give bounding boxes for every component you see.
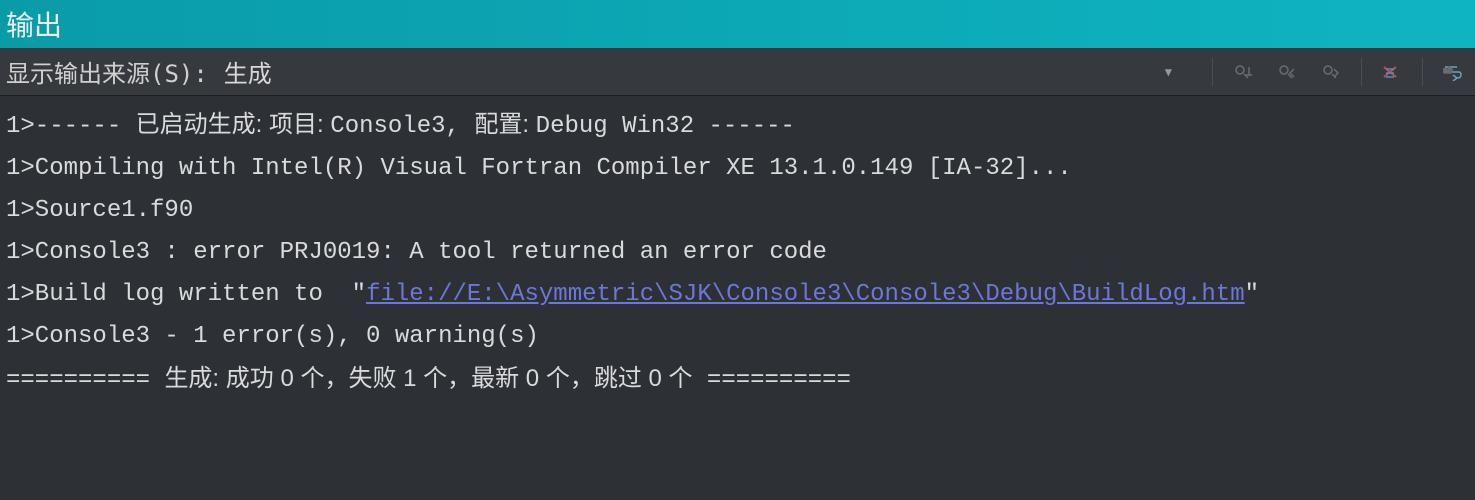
output-source-label: 显示输出来源(S): — [6, 54, 208, 89]
toolbar-separator — [1212, 58, 1213, 86]
toolbar-separator — [1361, 58, 1362, 86]
output-line: ========== 生成: 成功 0 个，失败 1 个，最新 0 个，跳过 0… — [6, 358, 1469, 402]
output-line: 1>Source1.f90 — [6, 190, 1469, 232]
output-line: 1>Build log written to "file://E:\Asymme… — [6, 274, 1469, 316]
output-toolbar: 显示输出来源(S): 生成 ▼ ab — [0, 48, 1475, 96]
find-message-icon[interactable] — [1225, 56, 1261, 88]
prev-message-icon[interactable] — [1269, 56, 1305, 88]
output-source-dropdown[interactable]: 生成 — [224, 54, 272, 89]
output-line: 1>Console3 - 1 error(s), 0 warning(s) — [6, 316, 1469, 358]
panel-title: 输出 — [6, 4, 62, 44]
word-wrap-icon[interactable]: ab — [1435, 56, 1471, 88]
chevron-down-icon[interactable]: ▼ — [1157, 61, 1180, 83]
dropdown-selected-value: 生成 — [224, 54, 272, 89]
output-line: 1>------ 已启动生成: 项目: Console3, 配置: Debug … — [6, 104, 1469, 148]
output-line: 1>Console3 : error PRJ0019: A tool retur… — [6, 232, 1469, 274]
output-text-area[interactable]: 1>------ 已启动生成: 项目: Console3, 配置: Debug … — [0, 96, 1475, 500]
panel-title-bar: 输出 — [0, 0, 1475, 48]
toolbar-separator — [1422, 58, 1423, 86]
clear-all-icon[interactable] — [1374, 56, 1410, 88]
build-log-link[interactable]: file://E:\Asymmetric\SJK\Console3\Consol… — [366, 281, 1245, 308]
svg-text:ab: ab — [1443, 66, 1453, 75]
next-message-icon[interactable] — [1313, 56, 1349, 88]
output-line: 1>Compiling with Intel(R) Visual Fortran… — [6, 148, 1469, 190]
